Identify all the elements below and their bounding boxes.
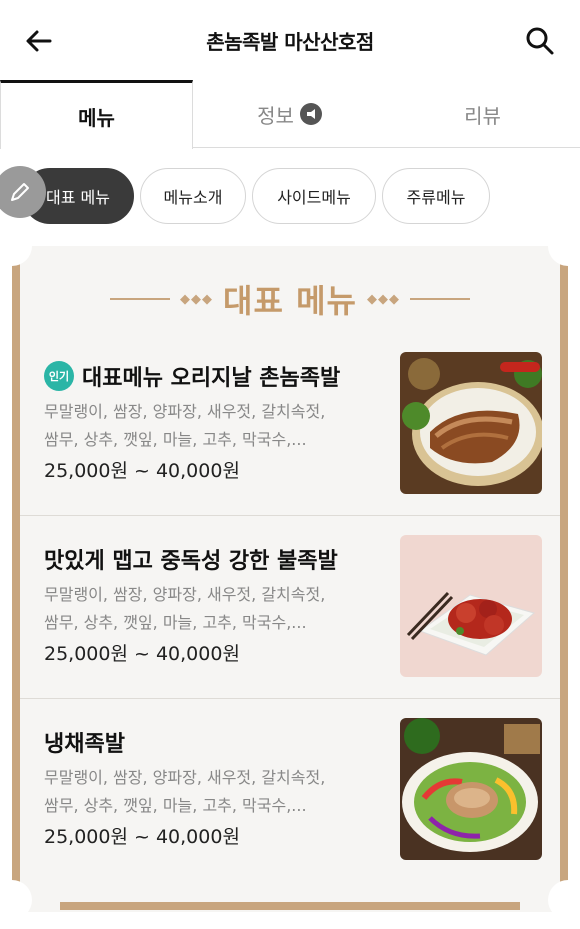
megaphone-icon [299,103,322,125]
chip-label: 주류메뉴 [406,188,466,207]
chip-label: 메뉴소개 [163,188,223,207]
menu-item-name: 냉채족발 [44,732,125,757]
category-chips: 대표 메뉴 메뉴소개 사이드메뉴 주류메뉴 [0,166,580,226]
pencil-icon [11,183,29,201]
board-corner [548,226,580,266]
search-icon [526,27,554,55]
tab-review-label: 리뷰 [464,103,501,128]
menu-item-price: 25,000원 ~ 40,000원 [44,460,240,482]
menu-item[interactable]: 맛있게 맵고 중독성 강한 불족발 무말랭이, 쌈장, 양파장, 새우젓, 갈치… [20,533,560,709]
menu-item-title: 냉채족발 [44,726,125,758]
menu-item[interactable]: 냉채족발 무말랭이, 쌈장, 양파장, 새우젓, 갈치속젓, 쌈무, 상추, 깻… [20,716,560,892]
item-divider [20,515,560,516]
tab-menu-label: 메뉴 [78,105,115,130]
menu-item-title: 맛있게 맵고 중독성 강한 불족발 [44,543,338,575]
menu-item-price: 25,000원 ~ 40,000원 [44,826,240,848]
page-title: 촌놈족발 마산산호점 [206,30,374,54]
chip-label: 사이드메뉴 [277,188,351,207]
item-divider [20,698,560,699]
menu-item[interactable]: 인기 대표메뉴 오리지날 촌놈족발 무말랭이, 쌈장, 양파장, 새우젓, 갈치… [20,350,560,526]
section-header: ◆◆◆ 대표 메뉴 ◆◆◆ [0,274,580,324]
description-line: 무말랭이, 쌈장, 양파장, 새우젓, 갈치속젓, [44,402,326,421]
menu-item-price: 25,000원 ~ 40,000원 [44,643,240,665]
menu-item-description: 무말랭이, 쌈장, 양파장, 새우젓, 갈치속젓, 쌈무, 상추, 깻잎, 마늘… [44,581,354,637]
divider [110,298,171,300]
description-line: 쌈무, 상추, 깻잎, 마늘, 고추, 막국수,... [44,613,307,632]
tab-review[interactable]: 리뷰 [386,80,579,148]
description-line: 무말랭이, 쌈장, 양파장, 새우젓, 갈치속젓, [44,585,326,604]
menu-item-title: 인기 대표메뉴 오리지날 촌놈족발 [44,360,340,392]
chip-drinks-menu[interactable]: 주류메뉴 [382,168,490,224]
chip-label: 대표 메뉴 [46,188,110,207]
tab-info[interactable]: 정보 [193,80,386,148]
description-line: 무말랭이, 쌈장, 양파장, 새우젓, 갈치속젓, [44,768,326,787]
menu-item-description: 무말랭이, 쌈장, 양파장, 새우젓, 갈치속젓, 쌈무, 상추, 깻잎, 마늘… [44,764,354,820]
menu-item-name: 대표메뉴 오리지날 촌놈족발 [82,366,341,391]
chip-side-menu[interactable]: 사이드메뉴 [252,168,376,224]
menu-item-description: 무말랭이, 쌈장, 양파장, 새우젓, 갈치속젓, 쌈무, 상추, 깻잎, 마늘… [44,398,354,454]
tab-bar: 메뉴 정보 리뷰 [0,80,580,149]
tab-menu[interactable]: 메뉴 [0,80,193,149]
description-line: 쌈무, 상추, 깻잎, 마늘, 고추, 막국수,... [44,430,307,449]
chip-menu-intro[interactable]: 메뉴소개 [140,168,246,224]
jokbal-photo-icon [400,352,542,494]
popular-badge: 인기 [44,361,74,391]
board-bottom-border [60,902,520,910]
diamond-ornament-icon: ◆◆◆ [180,291,214,307]
description-line: 쌈무, 상추, 깻잎, 마늘, 고추, 막국수,... [44,796,307,815]
section-title: 대표 메뉴 [223,282,357,320]
spicy-jokbal-photo-icon [400,535,542,677]
tab-info-label: 정보 [257,103,294,128]
diamond-ornament-icon: ◆◆◆ [366,291,400,307]
divider [409,298,470,300]
top-bar: 촌놈족발 마산산호점 [0,0,580,80]
cold-jokbal-photo-icon [400,718,542,860]
search-button[interactable] [524,25,556,57]
menu-item-name: 맛있게 맵고 중독성 강한 불족발 [44,549,338,574]
